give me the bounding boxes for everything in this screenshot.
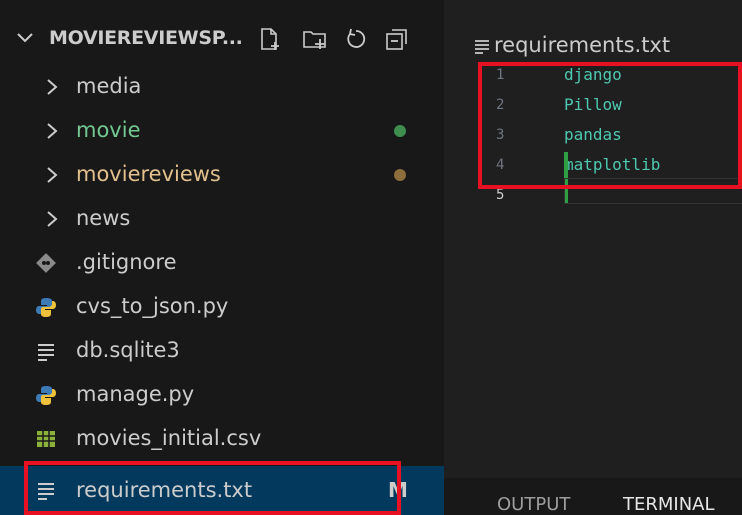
refresh-icon[interactable] — [342, 25, 370, 53]
tree-item-label: media — [76, 74, 142, 98]
project-title[interactable]: MOVIEREVIEWSP... — [49, 27, 243, 49]
chevron-right-icon — [47, 79, 58, 95]
tree-item-label: cvs_to_json.py — [76, 294, 229, 318]
tree-item-label: .gitignore — [76, 250, 177, 274]
tree-folder-moviereviews[interactable]: moviereviews — [0, 153, 444, 197]
chevron-down-icon[interactable] — [14, 27, 36, 49]
tree-folder-news[interactable]: news — [0, 197, 444, 241]
tree-file-manage-py[interactable]: manage.py — [0, 373, 444, 417]
git-icon — [36, 253, 56, 273]
tree-item-label: movies_initial.csv — [76, 426, 262, 450]
text-lines-icon — [475, 40, 489, 54]
python-icon — [36, 386, 56, 405]
line-number: 5 — [496, 187, 505, 203]
new-file-icon[interactable] — [256, 25, 284, 53]
tree-folder-movie[interactable]: movie — [0, 109, 444, 153]
chevron-right-icon — [47, 211, 58, 227]
tree-folder-media[interactable]: media — [0, 65, 444, 109]
collapse-all-icon[interactable] — [383, 25, 411, 53]
explorer-sidebar: MOVIEREVIEWSP... media movie moviereview… — [0, 0, 444, 515]
editor-tab-requirements[interactable]: requirements.txt — [494, 33, 670, 57]
tree-item-label: db.sqlite3 — [76, 338, 180, 362]
explorer-header[interactable]: MOVIEREVIEWSP... — [0, 19, 444, 59]
tree-item-label: movie — [76, 118, 141, 142]
tree-file-cvs-to-json[interactable]: cvs_to_json.py — [0, 285, 444, 329]
git-status-dot — [394, 169, 406, 181]
tree-file-movies-initial-csv[interactable]: movies_initial.csv — [0, 417, 444, 461]
tree-item-label: news — [76, 206, 131, 230]
chevron-right-icon — [47, 123, 58, 139]
tab-terminal[interactable]: TERMINAL — [623, 494, 715, 515]
annotation-box-code — [478, 62, 742, 189]
table-icon — [37, 431, 55, 447]
tree-item-label: moviereviews — [76, 162, 221, 186]
chevron-right-icon — [47, 167, 58, 183]
new-folder-icon[interactable] — [301, 25, 329, 53]
tree-item-label: manage.py — [76, 382, 195, 406]
text-lines-icon — [38, 344, 54, 361]
tree-file-db-sqlite3[interactable]: db.sqlite3 — [0, 329, 444, 373]
python-icon — [36, 298, 56, 317]
tree-file-gitignore[interactable]: .gitignore — [0, 241, 444, 285]
panel-tabs: OUTPUT TERMINAL — [444, 478, 742, 515]
git-status-dot — [394, 125, 406, 137]
tab-output[interactable]: OUTPUT — [497, 494, 570, 515]
annotation-box-requirements — [24, 461, 401, 515]
